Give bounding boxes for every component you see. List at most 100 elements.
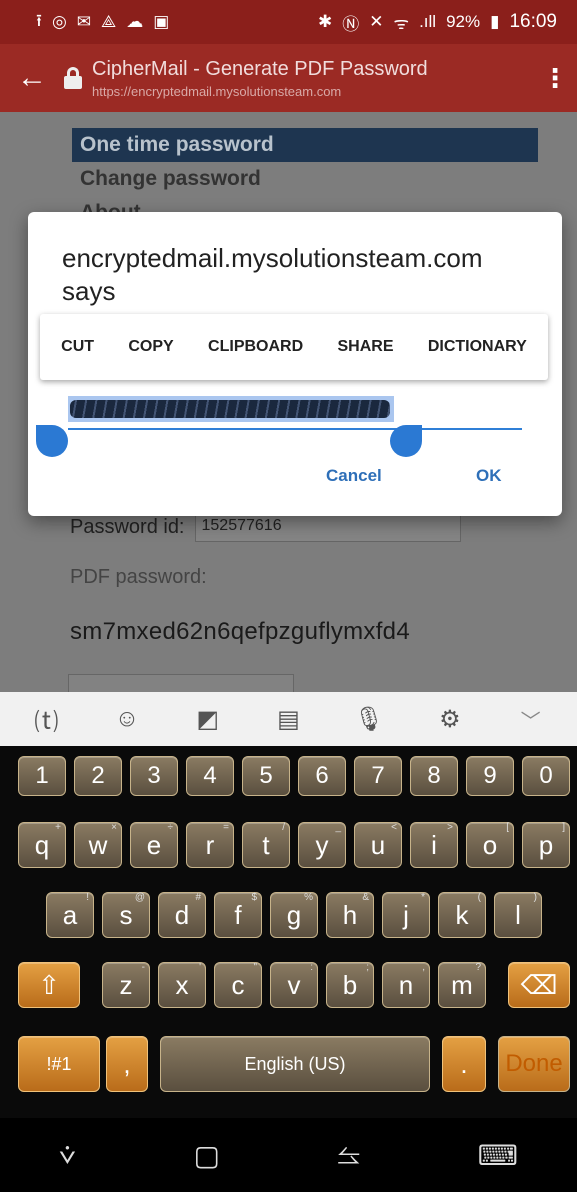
- key-m[interactable]: ? m: [438, 962, 486, 1008]
- letter-row-1: + q × w ÷ e = r / t _ y < u > i [o ] p: [0, 822, 577, 880]
- key-h[interactable]: & h: [326, 892, 374, 938]
- pdf-password-label: PDF password:: [70, 566, 207, 588]
- ok-button[interactable]: OK: [476, 466, 502, 486]
- number-row: 1 2 3 4 5 6 7 8 9 0: [0, 756, 577, 814]
- key-p[interactable]: ] p: [522, 822, 570, 868]
- signal-icon: .ıll: [419, 12, 437, 31]
- symbols-key[interactable]: !#1: [18, 1036, 100, 1092]
- shift-key[interactable]: ⇧: [18, 962, 80, 1008]
- key-1[interactable]: 1: [18, 756, 66, 796]
- password-id-label: Password id:: [70, 515, 185, 538]
- key-y[interactable]: _ y: [298, 822, 346, 868]
- battery-percent: 92%: [446, 12, 481, 31]
- overflow-menu-icon[interactable]: ⋮: [533, 44, 577, 112]
- key-u[interactable]: < u: [354, 822, 402, 868]
- key-i[interactable]: > i: [410, 822, 458, 868]
- key-s[interactable]: @ s: [102, 892, 150, 938]
- keyboard-switch-icon[interactable]: ⌨: [478, 1139, 518, 1172]
- dictionary-button[interactable]: DICTIONARY: [428, 338, 527, 356]
- cloud-icon: ☁: [126, 12, 144, 31]
- nav-item-change-password[interactable]: Change password: [72, 162, 538, 196]
- key-x[interactable]: ' x: [158, 962, 206, 1008]
- browser-app-bar: ← CipherMail - Generate PDF Password htt…: [0, 44, 577, 112]
- scribbled-redaction: [70, 400, 390, 418]
- key-o[interactable]: [o: [466, 822, 514, 868]
- battery-icon: ▮: [490, 12, 500, 31]
- collapse-icon[interactable]: ﹀: [509, 705, 553, 734]
- letter-row-2: ! a @ s # d $ f % g & h * j (k ) l: [0, 892, 577, 950]
- key-k[interactable]: (k: [438, 892, 486, 938]
- key-f[interactable]: $ f: [214, 892, 262, 938]
- key-q[interactable]: + q: [18, 822, 66, 868]
- key-c[interactable]: " c: [214, 962, 262, 1008]
- key-7[interactable]: 7: [354, 756, 402, 796]
- emoji-icon[interactable]: ☺: [105, 705, 149, 733]
- copy-button[interactable]: COPY: [128, 338, 173, 356]
- key-l[interactable]: ) l: [494, 892, 542, 938]
- key-8[interactable]: 8: [410, 756, 458, 796]
- back-gesture-icon[interactable]: ⩒: [59, 1139, 76, 1172]
- key-r[interactable]: = r: [186, 822, 234, 868]
- system-nav-bar: ⩒ ▢ ⥦ ⌨: [0, 1118, 577, 1192]
- key-9[interactable]: 9: [466, 756, 514, 796]
- clipboard-button[interactable]: CLIPBOARD: [208, 338, 303, 356]
- key-5[interactable]: 5: [242, 756, 290, 796]
- key-d[interactable]: # d: [158, 892, 206, 938]
- space-key[interactable]: English (US): [160, 1036, 430, 1092]
- selection-handle-right[interactable]: [390, 425, 422, 457]
- password-id-field[interactable]: 152577616: [194, 512, 461, 542]
- text-selection-menu: CUT COPY CLIPBOARD SHARE DICTIONARY: [40, 314, 548, 380]
- recents-icon[interactable]: ⥦: [338, 1139, 360, 1172]
- key-v[interactable]: :v: [270, 962, 318, 1008]
- mute-icon: ✕: [369, 12, 384, 31]
- key-w[interactable]: × w: [74, 822, 122, 868]
- clipboard-icon[interactable]: ▤: [266, 705, 310, 734]
- drive-icon: ⟁: [101, 12, 117, 31]
- bottom-key-row: !#1 , English (US) . Done: [0, 1036, 577, 1094]
- page-url: https://encryptedmail.mysolutionsteam.co…: [92, 83, 342, 99]
- upload-icon: ⭱: [36, 10, 42, 30]
- wifi-icon: ᯤ: [393, 13, 410, 33]
- back-arrow-icon[interactable]: ←: [0, 44, 64, 112]
- microphone-icon[interactable]: 🎙︎: [347, 705, 391, 734]
- key-z[interactable]: -z: [102, 962, 150, 1008]
- comma-key[interactable]: ,: [106, 1036, 148, 1092]
- image-icon: ▣: [153, 12, 170, 31]
- alarm-icon: ◎: [51, 12, 67, 31]
- period-key[interactable]: .: [442, 1036, 486, 1092]
- backspace-key[interactable]: ⌫: [508, 962, 570, 1008]
- keyboard-toolbar: ⒯ ☺ ◩ ▤ 🎙︎ ⚙ ﹀: [0, 692, 577, 746]
- key-2[interactable]: 2: [74, 756, 122, 796]
- status-right-icons: ✱ Ⓝ ✕ ᯤ .ıll 92% ▮ 16:09: [318, 10, 557, 35]
- key-j[interactable]: * j: [382, 892, 430, 938]
- settings-icon[interactable]: ⚙: [428, 705, 472, 734]
- bluetooth-icon: ✱: [318, 12, 333, 31]
- nfc-icon: Ⓝ: [342, 14, 360, 34]
- key-b[interactable]: ; b: [326, 962, 374, 1008]
- cancel-button[interactable]: Cancel: [326, 466, 382, 486]
- sticker-icon[interactable]: ◩: [186, 705, 230, 734]
- key-a[interactable]: ! a: [46, 892, 94, 938]
- home-icon[interactable]: ▢: [194, 1139, 220, 1172]
- selection-handle-left[interactable]: [36, 425, 68, 457]
- share-button[interactable]: SHARE: [337, 338, 393, 356]
- key-6[interactable]: 6: [298, 756, 346, 796]
- done-key[interactable]: Done: [498, 1036, 570, 1092]
- alert-dialog: encryptedmail.mysolutionsteam.com says C…: [28, 212, 562, 516]
- password-id-row: Password id: 152577616: [70, 512, 461, 542]
- selected-text[interactable]: [68, 396, 394, 422]
- key-e[interactable]: ÷ e: [130, 822, 178, 868]
- key-t[interactable]: / t: [242, 822, 290, 868]
- key-n[interactable]: ,n: [382, 962, 430, 1008]
- key-0[interactable]: 0: [522, 756, 570, 796]
- status-left-icons: ⭱ ◎ ✉ ⟁ ☁ ▣: [36, 8, 169, 37]
- key-4[interactable]: 4: [186, 756, 234, 796]
- title-block[interactable]: CipherMail - Generate PDF Password https…: [92, 58, 533, 99]
- nav-item-one-time-password[interactable]: One time password: [72, 128, 538, 162]
- clock: 16:09: [509, 11, 557, 32]
- text-mode-icon[interactable]: ⒯: [24, 702, 68, 737]
- key-g[interactable]: % g: [270, 892, 318, 938]
- cut-button[interactable]: CUT: [61, 338, 94, 356]
- key-3[interactable]: 3: [130, 756, 178, 796]
- pdf-password-value: sm7mxed62n6qefpzguflymxfd4: [70, 618, 410, 645]
